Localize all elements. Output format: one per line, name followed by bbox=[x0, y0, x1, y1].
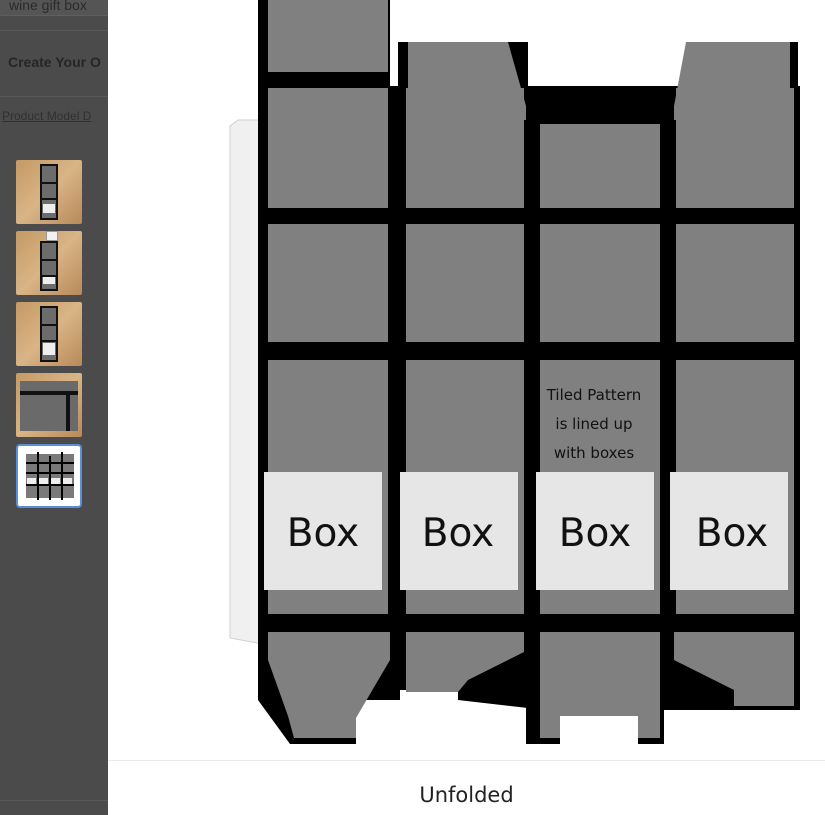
thumbnail-closed-box[interactable] bbox=[16, 160, 82, 224]
divider bbox=[0, 800, 108, 801]
product-model-link[interactable]: Product Model D bbox=[2, 109, 91, 123]
annotation-line-2: is lined up bbox=[555, 415, 632, 433]
thumbnail-list bbox=[16, 160, 84, 515]
unfolded-dieline: Box Box Box Box Tiled Pattern is lined u… bbox=[229, 0, 800, 744]
thumbnail-open-lid[interactable] bbox=[16, 231, 82, 295]
box-label-4: Box bbox=[696, 511, 769, 556]
box-mockup-icon bbox=[40, 164, 58, 220]
annotation-line-1: Tiled Pattern bbox=[546, 386, 642, 404]
divider bbox=[0, 30, 108, 31]
caption-bar: Unfolded bbox=[108, 760, 825, 815]
search-input[interactable]: wine gift box bbox=[0, 0, 108, 16]
thumbnail-unfolded[interactable] bbox=[16, 444, 82, 508]
annotation-line-3: with boxes bbox=[554, 444, 634, 462]
search-input-value: wine gift box bbox=[9, 0, 87, 13]
thumbnail-detail[interactable] bbox=[16, 373, 82, 437]
box-label-1: Box bbox=[287, 511, 360, 556]
box-label-3: Box bbox=[559, 511, 632, 556]
divider bbox=[0, 96, 108, 97]
image-viewer-modal: Box Box Box Box Tiled Pattern is lined u… bbox=[108, 0, 825, 815]
create-your-own-button[interactable]: Create Your O bbox=[8, 54, 101, 70]
thumbnail-front-label[interactable] bbox=[16, 302, 82, 366]
box-label-2: Box bbox=[422, 511, 495, 556]
box-mockup-icon bbox=[40, 241, 58, 291]
dieline-canvas: Box Box Box Box Tiled Pattern is lined u… bbox=[108, 0, 825, 760]
detail-mockup-icon bbox=[20, 381, 78, 431]
image-caption: Unfolded bbox=[419, 783, 514, 807]
box-mockup-icon bbox=[40, 306, 58, 362]
lid-icon bbox=[46, 231, 58, 241]
unfolded-dieline-icon bbox=[26, 452, 74, 500]
